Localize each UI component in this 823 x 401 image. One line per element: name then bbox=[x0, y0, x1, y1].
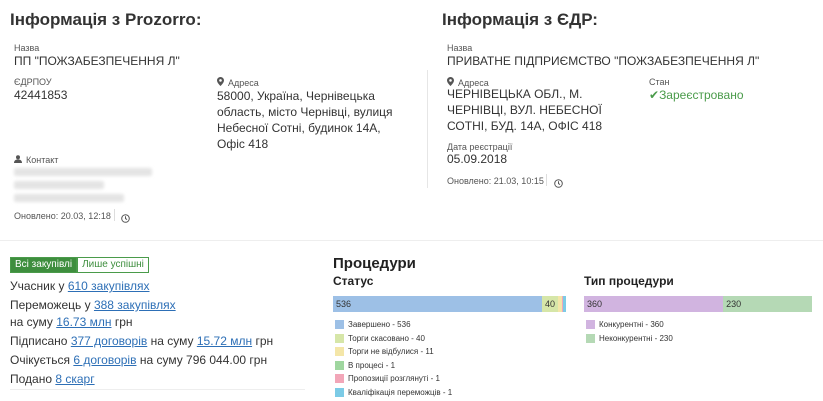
prozorro-updated: Оновлено: 20.03, 12:18 bbox=[14, 211, 111, 221]
stat-winner-prefix: Переможець у bbox=[10, 298, 91, 312]
edr-status-value: Зареєстровано bbox=[659, 88, 744, 102]
stat-winner-sum-prefix: на суму bbox=[10, 315, 53, 329]
legend-item[interactable]: Неконкурентні - 230 bbox=[586, 334, 673, 344]
filter-toggle: Всі закупівлі Лише успішні bbox=[10, 257, 149, 273]
legend-swatch bbox=[335, 374, 344, 384]
legend-swatch bbox=[335, 360, 344, 370]
stat-signed-sum-prefix: на суму bbox=[150, 334, 194, 348]
legend-label: В процесі - 1 bbox=[348, 360, 396, 370]
edr-title: Інформація з ЄДР: bbox=[442, 10, 598, 29]
prozorro-title: Інформація з Prozorro: bbox=[10, 10, 202, 29]
edr-address-value: ЧЕРНІВЕЦЬКА ОБЛ., М. ЧЕРНІВЦІ, ВУЛ. НЕБЕ… bbox=[447, 87, 603, 133]
winner-sum-link[interactable]: 16.73 млн bbox=[56, 315, 111, 329]
signed-link[interactable]: 377 договорів bbox=[71, 334, 147, 348]
edr-reg-date-value: 05.09.2018 bbox=[447, 152, 508, 166]
edr-status-label: Стан bbox=[649, 77, 670, 87]
legend-label: Неконкурентні - 230 bbox=[599, 333, 673, 343]
signed-sum-link[interactable]: 15.72 млн bbox=[197, 334, 252, 348]
legend-item[interactable]: Кваліфікація переможців - 1 bbox=[335, 388, 452, 398]
legend-swatch bbox=[335, 387, 344, 397]
prozorro-name-label: Назва bbox=[14, 43, 40, 53]
legend-swatch bbox=[335, 320, 344, 330]
divider bbox=[114, 209, 115, 221]
contact-email-redacted bbox=[14, 194, 124, 202]
legend-label: Завершено - 536 bbox=[348, 320, 411, 329]
prozorro-address-label: Адреса bbox=[228, 78, 259, 88]
stat-participant-prefix: Учасник у bbox=[10, 279, 65, 293]
legend-swatch bbox=[335, 347, 344, 357]
legend-label: Конкурентні - 360 bbox=[599, 320, 664, 329]
legend-item[interactable]: Пропозиції розглянуті - 1 bbox=[335, 374, 440, 384]
expected-link[interactable]: 6 договорів bbox=[73, 353, 136, 367]
edr-status: ✔Зареєстровано bbox=[649, 87, 744, 103]
edr-name-label: Назва bbox=[447, 43, 473, 53]
legend-label: Торги не відбулися - 11 bbox=[348, 347, 434, 356]
check-icon: ✔ bbox=[649, 88, 660, 102]
edr-name-value: ПРИВАТНЕ ПІДПРИЄМСТВО "ПОЖЗАБЕЗПЕЧЕННЯ Л… bbox=[447, 54, 760, 68]
stat-participant: Учасник у 610 закупівлях bbox=[10, 277, 150, 296]
legend-label: Кваліфікація переможців - 1 bbox=[348, 387, 453, 397]
prozorro-contact-label-wrap: Контакт bbox=[14, 155, 58, 165]
divider bbox=[546, 174, 547, 186]
clock-icon bbox=[554, 175, 563, 193]
bar-segment: 536 bbox=[333, 296, 542, 312]
bar-segment: 230 bbox=[723, 296, 812, 312]
prozorro-edrpou-value: 42441853 bbox=[14, 88, 68, 102]
legend-swatch bbox=[586, 333, 595, 343]
stat-expected-prefix: Очікується bbox=[10, 353, 71, 367]
all-purchases-button[interactable]: Всі закупівлі bbox=[10, 257, 78, 273]
prozorro-name-value: ПП "ПОЖЗАБЕЗПЕЧЕННЯ Л" bbox=[14, 54, 180, 68]
bar-segment: 360 bbox=[584, 296, 724, 312]
legend-item[interactable]: Конкурентні - 360 bbox=[586, 320, 664, 330]
type-chart-title: Тип процедури bbox=[584, 274, 674, 288]
prozorro-edrpou-label: ЄДРПОУ bbox=[14, 77, 52, 87]
bar-segment: 40 bbox=[541, 296, 558, 312]
contact-name-redacted bbox=[14, 168, 152, 176]
stat-signed: Підписано 377 договорів на суму 15.72 мл… bbox=[10, 332, 273, 351]
stat-signed-prefix: Підписано bbox=[10, 334, 68, 348]
user-icon bbox=[14, 155, 22, 165]
edr-updated: Оновлено: 21.03, 10:15 bbox=[447, 176, 544, 186]
stat-complaints: Подано 8 скарг bbox=[10, 370, 95, 389]
legend-swatch bbox=[335, 333, 344, 343]
section-divider bbox=[0, 240, 823, 241]
legend-label: Пропозиції розглянуті - 1 bbox=[348, 374, 440, 383]
legend-item[interactable]: Торги скасовано - 40 bbox=[335, 334, 425, 344]
contact-phone-redacted bbox=[14, 181, 104, 189]
column-divider bbox=[427, 70, 428, 188]
legend-item[interactable]: Завершено - 536 bbox=[335, 320, 411, 330]
legend-item[interactable]: В процесі - 1 bbox=[335, 361, 395, 371]
stat-signed-sum-suffix: грн bbox=[255, 334, 274, 348]
complaints-link[interactable]: 8 скарг bbox=[55, 372, 94, 386]
legend-item[interactable]: Торги не відбулися - 11 bbox=[335, 347, 434, 357]
stat-expected: Очікується 6 договорів на суму 796 044.0… bbox=[10, 351, 267, 370]
procedures-title: Процедури bbox=[333, 255, 416, 272]
legend-swatch bbox=[586, 320, 595, 330]
legend-label: Торги скасовано - 40 bbox=[348, 333, 425, 343]
prozorro-address-value: 58000, Україна, Чернівецька область, міс… bbox=[217, 89, 393, 151]
stat-expected-suffix: на суму 796 044.00 грн bbox=[139, 353, 268, 367]
stat-winner-sum: на суму 16.73 млн грн bbox=[10, 313, 133, 332]
stat-complaints-prefix: Подано bbox=[10, 372, 53, 386]
participant-link[interactable]: 610 закупівлях bbox=[68, 279, 150, 293]
prozorro-contact-label: Контакт bbox=[26, 155, 59, 165]
clock-icon bbox=[121, 210, 130, 228]
bar-segment bbox=[562, 296, 566, 312]
success-only-button[interactable]: Лише успішні bbox=[77, 257, 149, 273]
winner-link[interactable]: 388 закупівлях bbox=[94, 298, 176, 312]
status-chart-title: Статус bbox=[333, 274, 374, 288]
prozorro-address-label-wrap: Адреса bbox=[217, 77, 259, 88]
stat-winner-sum-suffix: грн bbox=[114, 315, 133, 329]
stats-divider bbox=[10, 389, 305, 390]
map-pin-icon bbox=[217, 77, 224, 88]
